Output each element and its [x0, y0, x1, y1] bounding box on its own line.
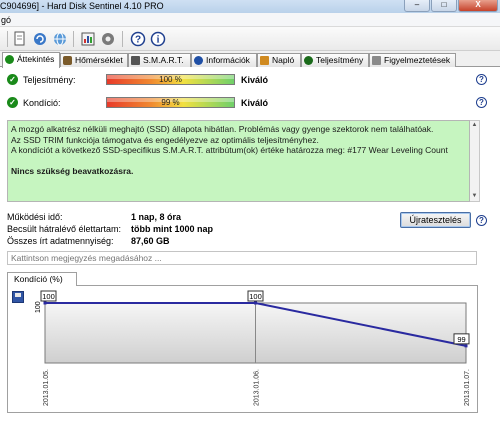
status-description: A mozgó alkatrész nélküli meghajtó (SSD)…: [7, 120, 470, 202]
document-icon[interactable]: [12, 31, 28, 47]
check-icon: [5, 55, 14, 64]
info-icon[interactable]: i: [150, 31, 166, 47]
ok-check-icon: ✓: [7, 74, 18, 85]
smart-icon: [131, 56, 140, 65]
svg-text:?: ?: [135, 35, 141, 46]
performance-value: 100 %: [159, 75, 182, 84]
help-icon[interactable]: ?: [476, 74, 487, 85]
written-value: 87,60 GB: [131, 236, 170, 246]
window-controls: – □ X: [404, 0, 498, 12]
tab-label: Teljesítmény: [316, 55, 364, 65]
lifetime-label: Becsült hátralévő élettartam:: [7, 224, 122, 234]
status-line: A mozgó alkatrész nélküli meghajtó (SSD)…: [11, 124, 434, 134]
scroll-up-icon[interactable]: ▲: [470, 121, 479, 130]
condition-label: Kondíció:: [23, 98, 61, 108]
tab-information[interactable]: Információk: [191, 53, 257, 67]
status-recommendation: Nincs szükség beavatkozásra.: [11, 165, 134, 176]
ok-check-icon: ✓: [7, 97, 18, 108]
network-icon[interactable]: [52, 31, 68, 47]
window-title: C904696] - Hard Disk Sentinel 4.10 PRO: [0, 1, 164, 11]
refresh-icon[interactable]: [32, 31, 48, 47]
settings-icon[interactable]: [100, 31, 116, 47]
tab-log[interactable]: Napló: [257, 53, 301, 67]
tab-alerts[interactable]: Figyelmeztetések: [369, 53, 456, 67]
lifetime-value: több mint 1000 nap: [131, 224, 214, 234]
tab-label: Információk: [206, 55, 250, 65]
status-scrollbar[interactable]: ▲ ▼: [470, 120, 480, 202]
help-icon[interactable]: ?: [130, 31, 146, 47]
uptime-value: 1 nap, 8 óra: [131, 212, 182, 222]
written-label: Összes írt adatmennyiség:: [7, 236, 114, 246]
note-input[interactable]: [7, 251, 477, 265]
graph-panel: [7, 285, 478, 413]
tab-bar: Áttekintés Hőmérséklet S.M.A.R.T. Inform…: [0, 52, 500, 68]
save-icon[interactable]: [12, 291, 24, 303]
tab-label: Áttekintés: [17, 54, 55, 64]
info-icon: [194, 56, 203, 65]
tab-performance[interactable]: Teljesítmény: [301, 53, 369, 67]
help-icon[interactable]: ?: [476, 97, 487, 108]
graph-tab-condition[interactable]: Kondíció (%): [7, 272, 77, 286]
condition-rating: Kiváló: [241, 98, 269, 108]
thermometer-icon: [63, 56, 72, 65]
condition-value: 99 %: [161, 98, 180, 107]
toolbar-separator: [73, 31, 74, 47]
alert-icon: [372, 56, 381, 65]
performance-label: Teljesítmény:: [23, 75, 76, 85]
report-icon[interactable]: [80, 31, 96, 47]
status-line: A kondíciót a következő SSD-specifikus S…: [11, 145, 448, 155]
window-titlebar: C904696] - Hard Disk Sentinel 4.10 PRO –…: [0, 0, 500, 13]
close-button[interactable]: X: [458, 0, 498, 12]
maximize-button[interactable]: □: [431, 0, 457, 12]
tab-overview[interactable]: Áttekintés: [2, 52, 60, 68]
tab-smart[interactable]: S.M.A.R.T.: [128, 53, 191, 67]
scroll-down-icon[interactable]: ▼: [470, 192, 479, 201]
tab-temperature[interactable]: Hőmérséklet: [60, 53, 128, 67]
tab-label: Figyelmeztetések: [384, 55, 451, 65]
condition-bar: 99 %: [106, 97, 235, 108]
tab-label: Napló: [272, 55, 295, 65]
svg-text:i: i: [157, 35, 160, 46]
toolbar-separator: [122, 31, 123, 47]
toolbar: ? i: [0, 27, 500, 51]
tab-label: S.M.A.R.T.: [143, 55, 184, 65]
performance-bar: 100 %: [106, 74, 235, 85]
minimize-button[interactable]: –: [404, 0, 430, 12]
status-line: Az SSD TRIM funkciója támogatva és enged…: [11, 134, 319, 145]
performance-icon: [304, 56, 313, 65]
tab-label: Hőmérséklet: [75, 55, 123, 65]
log-icon: [260, 56, 269, 65]
uptime-label: Működési idő:: [7, 212, 63, 222]
toolbar-separator: [7, 31, 8, 47]
performance-rating: Kiváló: [241, 75, 269, 85]
menu-bar: gó: [0, 13, 500, 27]
help-icon[interactable]: ?: [476, 215, 487, 226]
menu-item-help[interactable]: gó: [1, 15, 11, 25]
retest-button[interactable]: Újratesztelés: [400, 212, 471, 228]
